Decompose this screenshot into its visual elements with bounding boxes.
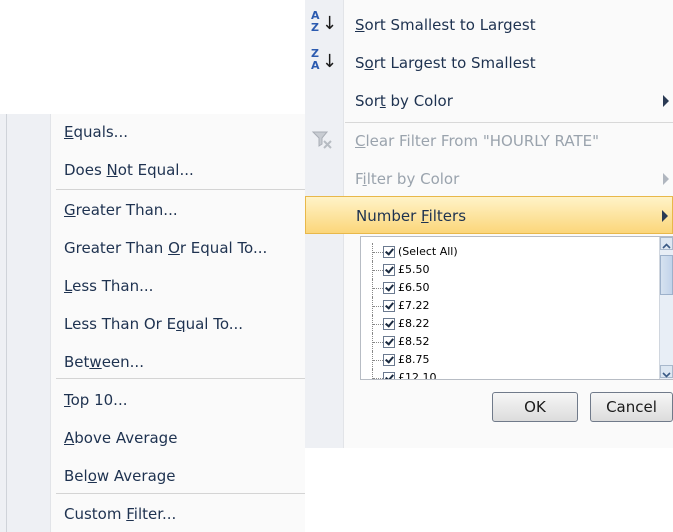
custom-filter-item[interactable]: Custom Filter... — [0, 496, 305, 532]
greater-than-item[interactable]: Greater Than... — [0, 192, 305, 228]
submenu-arrow-icon — [663, 95, 669, 107]
top-10-item[interactable]: Top 10... — [0, 382, 305, 418]
value-checkbox-row[interactable]: (Select All) — [361, 243, 651, 261]
scroll-down-button[interactable] — [660, 365, 673, 378]
submenu-arrow-icon — [663, 173, 669, 185]
filter-values-list[interactable]: (Select All) £5.50 £6.50 £7.22 £8.22 £8.… — [360, 236, 673, 380]
sort-ascending-icon: A Z ↓ — [311, 9, 338, 35]
filter-by-color-label: Filter by Color — [355, 170, 460, 188]
sort-asc-label: Sort Smallest to Largest — [355, 16, 536, 34]
value-checkbox-row[interactable]: £8.22 — [361, 315, 651, 333]
menu-separator — [56, 189, 305, 190]
checkbox[interactable] — [383, 372, 395, 379]
menu-separator — [56, 378, 305, 379]
does-not-equal-item[interactable]: Does Not Equal... — [0, 152, 305, 188]
autofilter-menu: A Z ↓ Sort Smallest to Largest Z A ↓ Sort La… — [305, 0, 673, 448]
value-checkbox-row[interactable]: £5.50 — [361, 261, 651, 279]
value-checkbox-row[interactable]: £7.22 — [361, 297, 651, 315]
checkbox[interactable] — [383, 282, 395, 294]
chevron-up-icon — [662, 243, 671, 249]
scroll-up-button[interactable] — [660, 237, 673, 250]
number-filters-item[interactable]: Number Filters — [305, 196, 673, 234]
sort-by-color-item[interactable]: Sort by Color — [305, 82, 673, 120]
equals-item[interactable]: Equals... — [0, 114, 305, 150]
less-than-or-equal-item[interactable]: Less Than Or Equal To... — [0, 306, 305, 342]
chevron-down-icon — [662, 372, 671, 378]
checkbox[interactable] — [383, 336, 395, 348]
sort-desc-label: Sort Largest to Smallest — [355, 54, 536, 72]
cancel-button[interactable]: Cancel — [590, 392, 673, 422]
filter-by-color-item[interactable]: Filter by Color — [305, 160, 673, 198]
clear-filter-icon — [311, 128, 335, 154]
value-checkbox-row[interactable]: £12.10 — [361, 369, 651, 379]
list-scrollbar[interactable] — [659, 237, 673, 379]
submenu-arrow-icon — [662, 210, 668, 222]
value-checkbox-row[interactable]: £8.52 — [361, 333, 651, 351]
between-item[interactable]: Between... — [0, 344, 305, 380]
sort-smallest-to-largest-item[interactable]: A Z ↓ Sort Smallest to Largest — [305, 6, 673, 44]
sort-by-color-label: Sort by Color — [355, 92, 453, 110]
above-average-item[interactable]: Above Average — [0, 420, 305, 456]
number-filters-label: Number Filters — [356, 207, 467, 225]
sort-descending-icon: Z A ↓ — [311, 47, 338, 73]
sort-largest-to-smallest-item[interactable]: Z A ↓ Sort Largest to Smallest — [305, 44, 673, 82]
below-average-item[interactable]: Below Average — [0, 458, 305, 494]
menu-separator — [56, 493, 305, 494]
clear-filter-item[interactable]: Clear Filter From "HOURLY RATE" — [305, 122, 673, 160]
value-checkbox-row[interactable]: £6.50 — [361, 279, 651, 297]
greater-than-or-equal-item[interactable]: Greater Than Or Equal To... — [0, 230, 305, 266]
clear-filter-label: Clear Filter From "HOURLY RATE" — [355, 132, 599, 150]
checkbox[interactable] — [383, 354, 395, 366]
less-than-item[interactable]: Less Than... — [0, 268, 305, 304]
checkbox[interactable] — [383, 318, 395, 330]
ok-button[interactable]: OK — [492, 392, 578, 422]
scroll-thumb[interactable] — [660, 255, 673, 295]
checkbox[interactable] — [383, 264, 395, 276]
value-checkbox-row[interactable]: £8.75 — [361, 351, 651, 369]
number-filters-submenu: Equals... Does Not Equal... Greater Than… — [0, 114, 305, 532]
checkbox[interactable] — [383, 300, 395, 312]
checkbox[interactable] — [383, 246, 395, 258]
